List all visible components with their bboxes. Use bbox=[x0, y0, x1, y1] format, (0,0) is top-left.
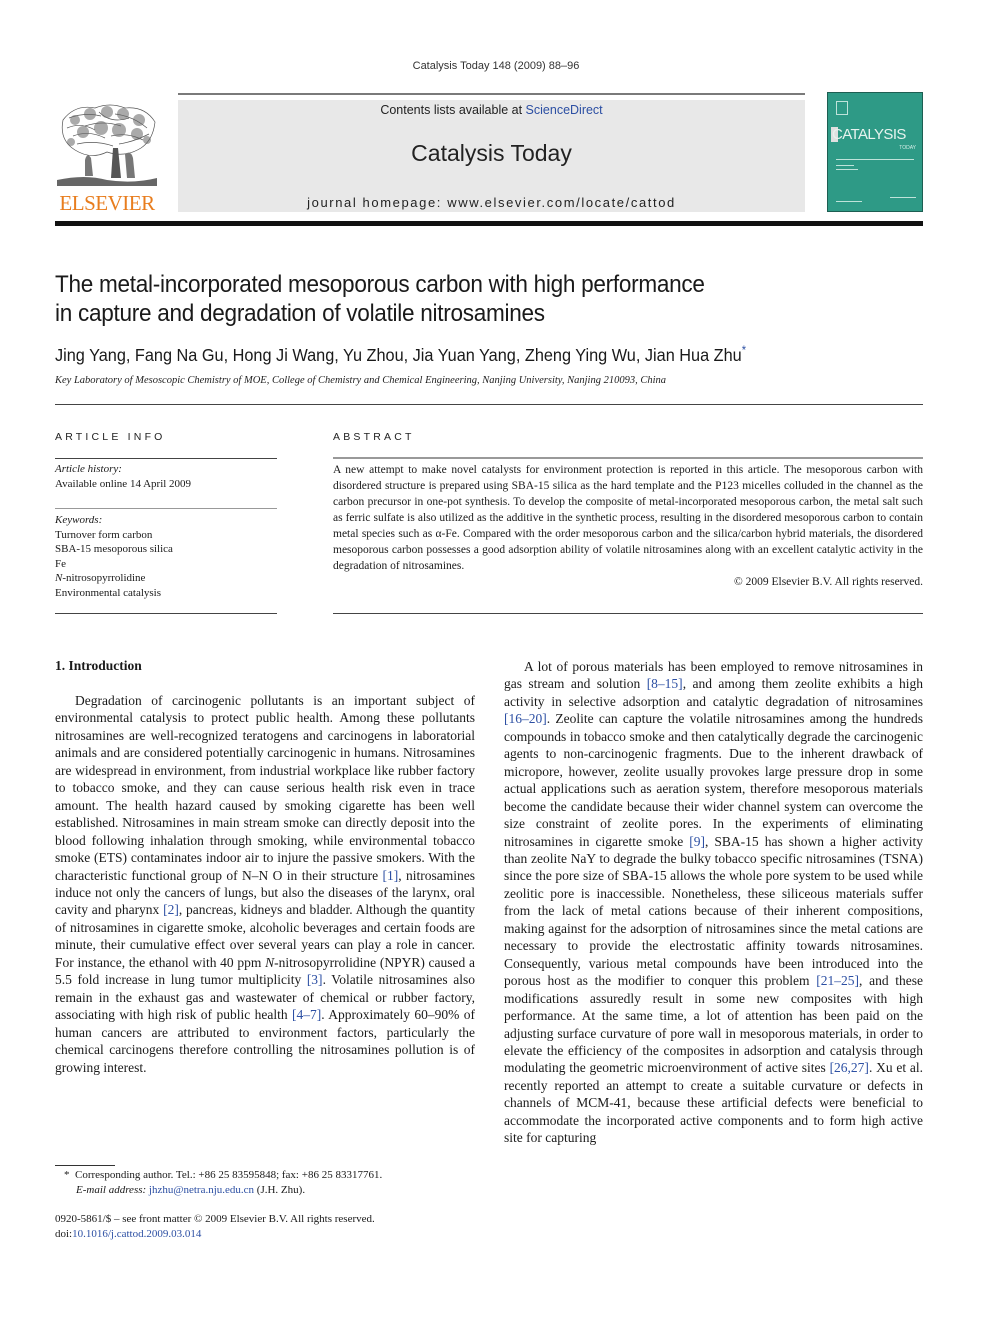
journal-cover-thumbnail[interactable]: CATALYSIS TODAY bbox=[827, 92, 923, 212]
corresponding-author-footnote: * Corresponding author. Tel.: +86 25 835… bbox=[64, 1169, 383, 1196]
article-info-divider bbox=[55, 458, 277, 459]
contents-line: Contents lists available at ScienceDirec… bbox=[178, 103, 805, 117]
keyword-item: Turnover form carbon bbox=[55, 528, 153, 541]
paragraph: Degradation of carcinogenic pollutants i… bbox=[55, 693, 475, 1075]
affiliation: Key Laboratory of Mesoscopic Chemistry o… bbox=[55, 375, 666, 386]
citation-link[interactable]: [3] bbox=[307, 972, 323, 987]
cover-text-line bbox=[890, 197, 916, 198]
elsevier-logo[interactable]: ELSEVIER bbox=[55, 100, 159, 215]
header-top-rule bbox=[178, 93, 805, 95]
abstract-text: A new attempt to make novel catalysts fo… bbox=[333, 464, 923, 572]
journal-homepage-link[interactable]: journal homepage: www.elsevier.com/locat… bbox=[178, 195, 805, 210]
email-link[interactable]: jhzhu@netra.nju.edu.cn bbox=[149, 1184, 254, 1196]
abstract-label: ABSTRACT bbox=[333, 431, 415, 443]
paragraph: A lot of porous materials has been emplo… bbox=[504, 659, 924, 1146]
contents-prefix: Contents lists available at bbox=[380, 103, 526, 117]
keyword-item: N-nitrosopyrrolidine bbox=[55, 572, 146, 584]
article-history: Article history: Available online 14 Apr… bbox=[55, 462, 191, 491]
keywords-divider bbox=[55, 508, 277, 509]
abstract: A new attempt to make novel catalysts fo… bbox=[333, 462, 923, 590]
cover-text-line bbox=[836, 169, 858, 170]
keyword-item: Fe bbox=[55, 557, 66, 570]
keyword-item: SBA-15 mesoporous silica bbox=[55, 543, 173, 555]
article-info-label: ARTICLE INFO bbox=[55, 431, 166, 443]
body-column-right: A lot of porous materials has been emplo… bbox=[504, 658, 923, 1147]
corresponding-author-marker[interactable]: * bbox=[742, 343, 746, 357]
abstract-divider bbox=[333, 457, 923, 459]
author-list: Jing Yang, Fang Na Gu, Hong Ji Wang, Yu … bbox=[55, 343, 873, 366]
cover-publisher-mark bbox=[836, 101, 848, 115]
cover-title: CATALYSIS bbox=[832, 126, 906, 143]
citation-link[interactable]: [4–7] bbox=[292, 1007, 321, 1022]
abstract-bottom-rule bbox=[333, 613, 923, 614]
front-matter-text: 0920-5861/$ – see front matter © 2009 El… bbox=[55, 1213, 375, 1225]
article-history-value: Available online 14 April 2009 bbox=[55, 477, 192, 490]
keyword-item: Environmental catalysis bbox=[55, 586, 161, 599]
journal-banner: Contents lists available at ScienceDirec… bbox=[178, 100, 805, 212]
citation-link[interactable]: [16–20] bbox=[504, 711, 547, 726]
journal-name: Catalysis Today bbox=[411, 140, 572, 166]
email-label: E-mail address: bbox=[76, 1183, 147, 1196]
article-title-line: The metal-incorporated mesoporous carbon… bbox=[55, 271, 705, 298]
authors: Jing Yang, Fang Na Gu, Hong Ji Wang, Yu … bbox=[55, 344, 742, 365]
body-column-left: Degradation of carcinogenic pollutants i… bbox=[55, 692, 475, 1076]
doi-link[interactable]: 10.1016/j.cattod.2009.03.014 bbox=[72, 1228, 201, 1240]
abstract-copyright: © 2009 Elsevier B.V. All rights reserved… bbox=[734, 576, 923, 588]
footnote-rule bbox=[55, 1165, 115, 1166]
article-title: The metal-incorporated mesoporous carbon… bbox=[55, 270, 863, 328]
citation-link[interactable]: [9] bbox=[689, 834, 705, 849]
running-head: Catalysis Today 148 (2009) 88–96 bbox=[412, 60, 580, 72]
sciencedirect-link[interactable]: ScienceDirect bbox=[526, 103, 603, 117]
citation-link[interactable]: [8–15] bbox=[647, 676, 683, 691]
keywords-block: Keywords: Turnover form carbon SBA-15 me… bbox=[55, 513, 173, 600]
elsevier-wordmark: ELSEVIER bbox=[59, 191, 155, 215]
article-info-bottom-rule bbox=[55, 613, 277, 614]
cover-text-line bbox=[836, 159, 914, 160]
cover-text-line bbox=[836, 201, 862, 202]
cover-text-line bbox=[836, 165, 854, 166]
citation-link[interactable]: [2] bbox=[163, 902, 179, 917]
section-heading-introduction: 1. Introduction bbox=[55, 658, 142, 673]
citation-link[interactable]: [21–25] bbox=[816, 973, 859, 988]
elsevier-tree-icon bbox=[57, 104, 157, 186]
cover-subtitle: TODAY bbox=[899, 145, 916, 151]
article-title-line: in capture and degradation of volatile n… bbox=[55, 300, 545, 327]
front-matter: 0920-5861/$ – see front matter © 2009 El… bbox=[55, 1212, 485, 1241]
citation-link[interactable]: [1] bbox=[382, 868, 398, 883]
header-thick-rule bbox=[55, 221, 923, 226]
title-divider bbox=[55, 404, 923, 405]
citation-link[interactable]: [26,27] bbox=[830, 1060, 869, 1075]
article-history-label: Article history: bbox=[55, 463, 122, 475]
footnote-marker: * bbox=[64, 1169, 70, 1181]
keywords-label: Keywords: bbox=[55, 514, 103, 526]
